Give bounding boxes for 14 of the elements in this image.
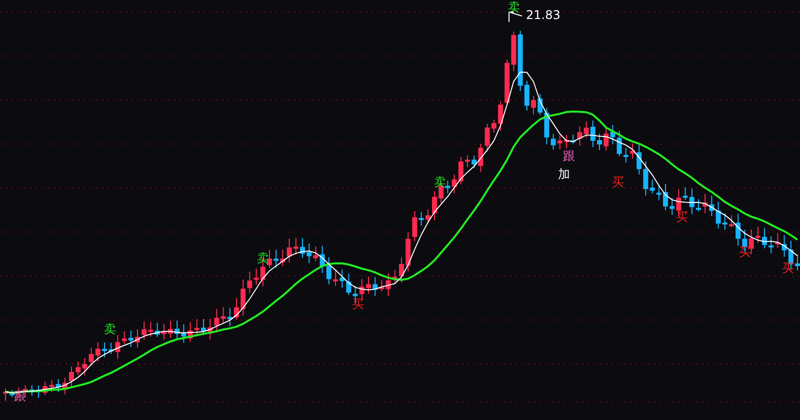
signal-label: 跟 [563,149,575,163]
signal-label: 买 [612,175,624,189]
signal-label: 卖 [257,251,269,265]
leader-line [508,12,522,22]
signal-label: 卖 [508,0,520,14]
signal-label: 卖 [104,322,116,336]
signal-label: 买 [782,261,794,275]
signal-label: 买 [352,297,364,311]
signal-label: 加 [558,167,570,181]
price-label: 21.83 [526,8,560,22]
signal-label: 卖 [434,175,446,189]
signal-label: 跟 [14,389,26,403]
signal-label: 买 [676,210,688,224]
signal-label: 买 [739,245,751,259]
